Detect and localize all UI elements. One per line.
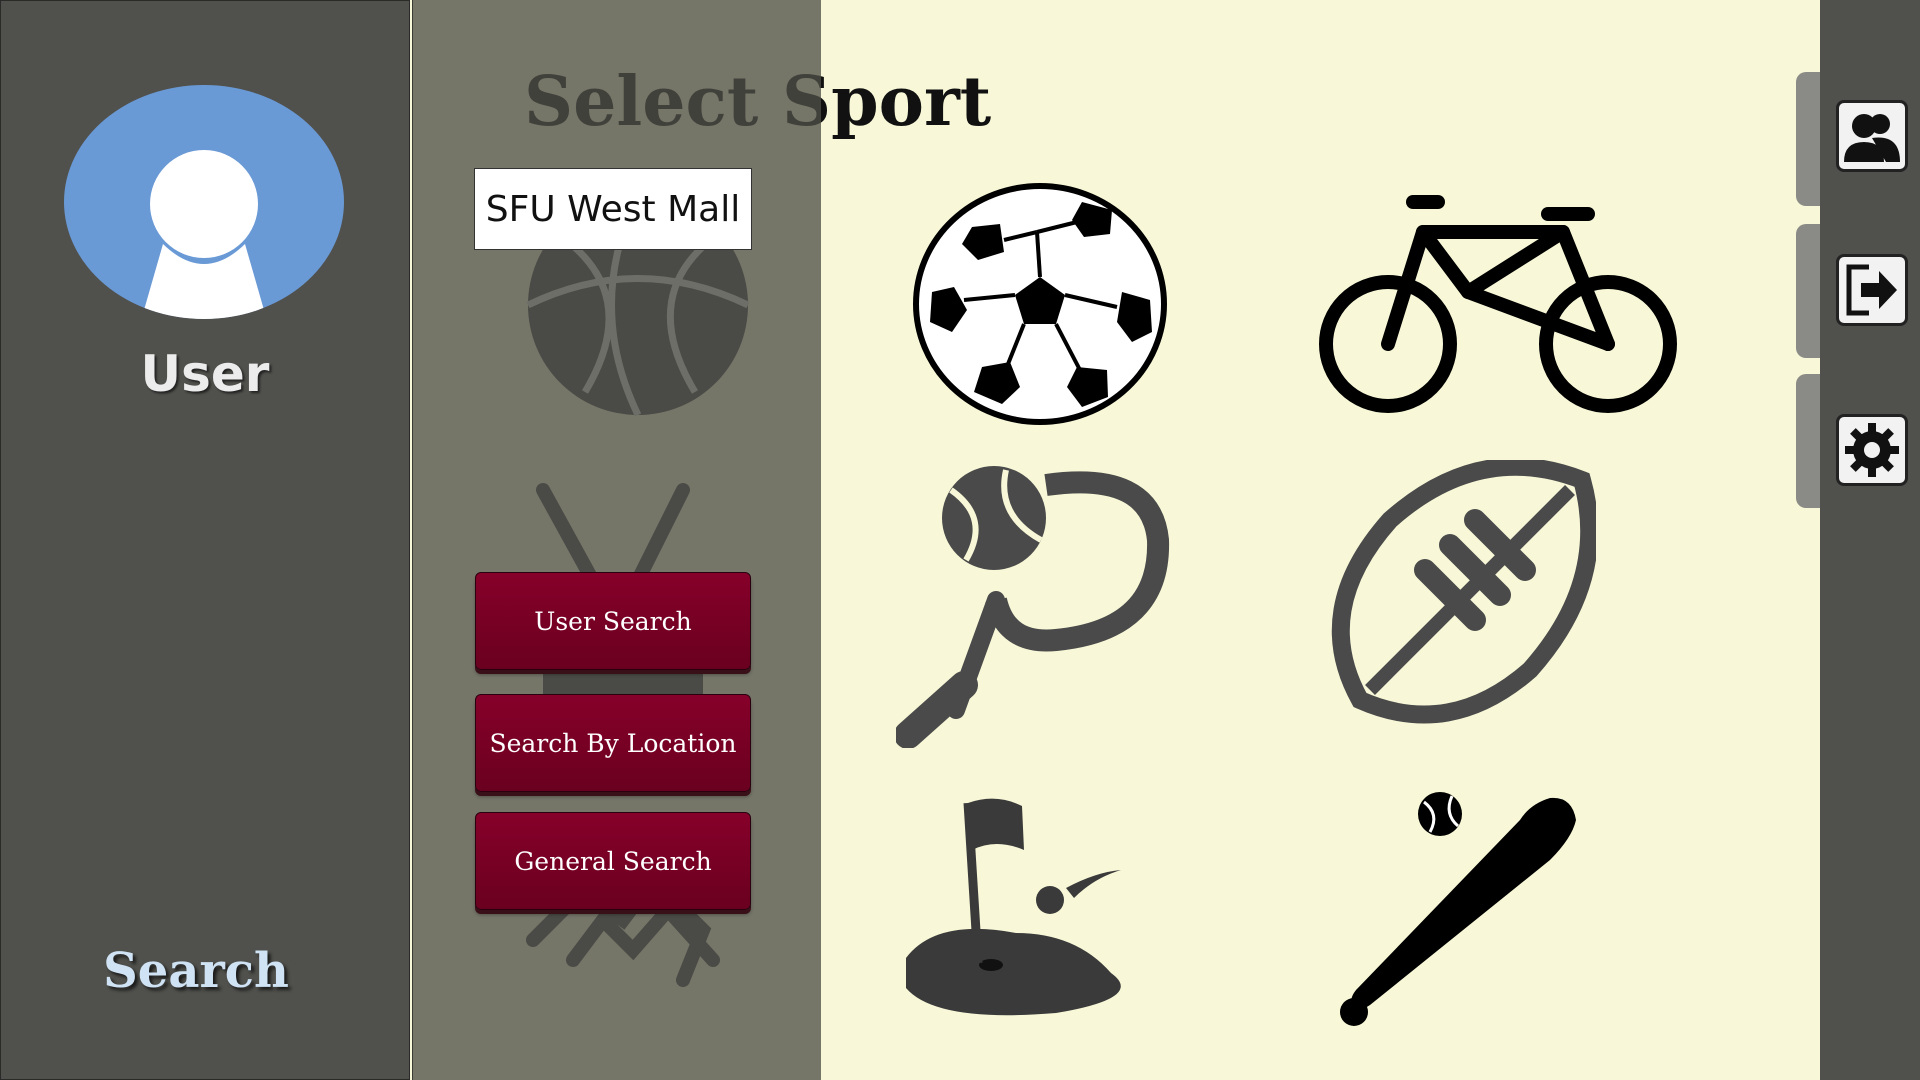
football-icon[interactable] bbox=[1330, 460, 1596, 728]
left-sidebar: User Search bbox=[0, 0, 410, 1080]
settings-icon bbox=[1845, 423, 1899, 477]
user-name: User bbox=[140, 345, 270, 403]
settings-button[interactable] bbox=[1836, 414, 1908, 486]
soccer-ball-icon[interactable] bbox=[912, 182, 1168, 426]
search-label[interactable]: Search bbox=[1, 943, 391, 999]
general-search-button[interactable]: General Search bbox=[475, 812, 751, 910]
avatar[interactable] bbox=[63, 84, 345, 320]
baseball-icon[interactable] bbox=[1340, 790, 1580, 1030]
profile-button[interactable] bbox=[1836, 100, 1908, 172]
golf-icon[interactable] bbox=[896, 798, 1160, 1020]
user-search-button[interactable]: User Search bbox=[475, 572, 751, 670]
profile-icon bbox=[1844, 114, 1900, 162]
tennis-icon[interactable] bbox=[896, 460, 1176, 748]
bicycle-icon[interactable] bbox=[1318, 192, 1680, 418]
search-panel bbox=[412, 0, 821, 1080]
logout-icon bbox=[1846, 264, 1897, 316]
search-by-location-button[interactable]: Search By Location bbox=[475, 694, 751, 792]
logout-button[interactable] bbox=[1836, 254, 1908, 326]
location-field[interactable]: SFU West Mall bbox=[474, 168, 752, 250]
